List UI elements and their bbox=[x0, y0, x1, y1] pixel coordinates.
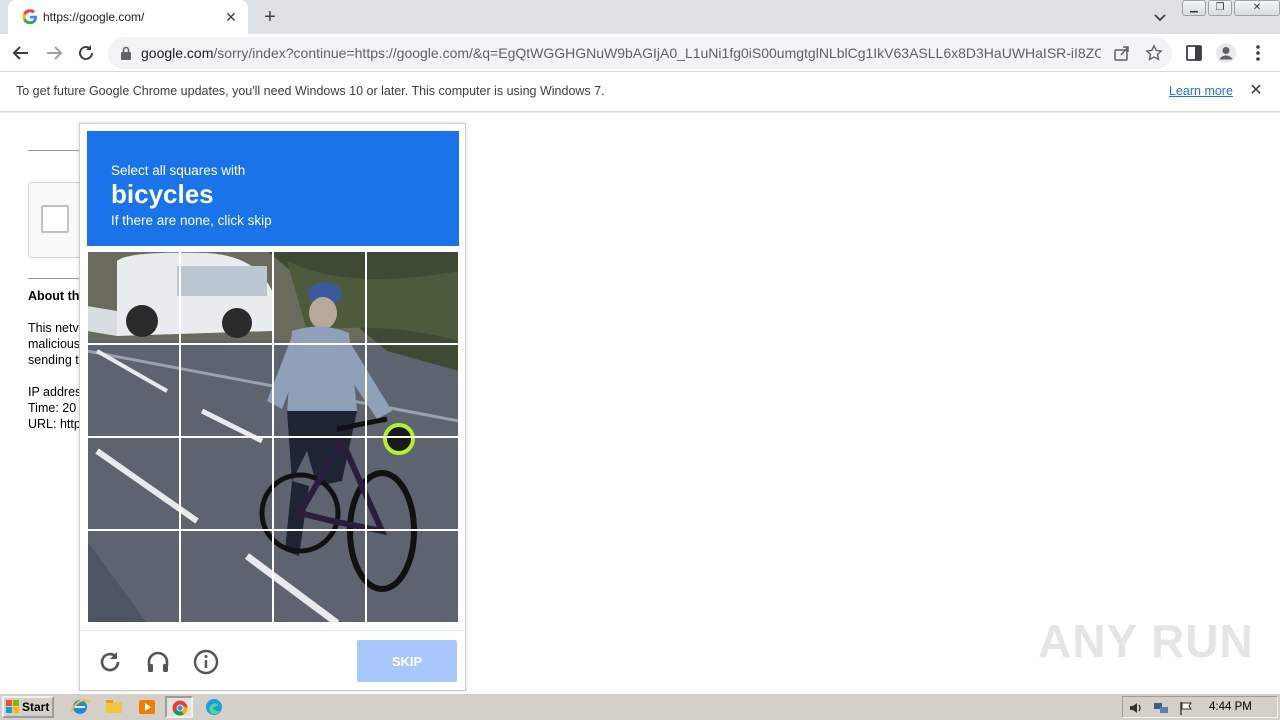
challenge-header: Select all squares with bicycles If ther… bbox=[87, 131, 459, 246]
info-icon[interactable] bbox=[193, 649, 219, 675]
grid-tile[interactable] bbox=[366, 344, 459, 437]
infobar-message: To get future Google Chrome updates, you… bbox=[16, 84, 605, 98]
time-line: Time: 20 bbox=[28, 401, 77, 415]
minimize-icon[interactable]: ▁ bbox=[1182, 0, 1206, 16]
infobar-close-icon[interactable]: ✕ bbox=[1247, 82, 1265, 100]
grid-tile[interactable] bbox=[273, 251, 366, 344]
file-explorer-icon[interactable] bbox=[100, 696, 128, 718]
skip-button[interactable]: SKIP bbox=[357, 640, 457, 682]
grid-tile[interactable] bbox=[273, 437, 366, 530]
recaptcha-challenge: Select all squares with bicycles If ther… bbox=[79, 123, 466, 691]
chrome-icon bbox=[172, 700, 188, 716]
challenge-image-grid bbox=[87, 251, 459, 623]
share-icon[interactable] bbox=[1113, 44, 1131, 62]
grid-tile[interactable] bbox=[87, 530, 180, 623]
page-text-line: This netv bbox=[28, 321, 79, 335]
grid-tile[interactable] bbox=[87, 437, 180, 530]
taskbar-clock: 4:44 PM bbox=[1209, 701, 1252, 713]
grid-tile[interactable] bbox=[180, 251, 273, 344]
grid-tile[interactable] bbox=[180, 437, 273, 530]
restore-icon[interactable]: ❐ bbox=[1208, 0, 1232, 16]
edge-icon[interactable] bbox=[200, 696, 228, 718]
grid-tile[interactable] bbox=[87, 344, 180, 437]
challenge-footer: SKIP bbox=[80, 630, 465, 692]
grid-tile[interactable] bbox=[180, 530, 273, 623]
windows-logo-icon bbox=[6, 700, 19, 713]
url-line: URL: http bbox=[28, 417, 81, 431]
side-panel-icon[interactable] bbox=[1183, 42, 1205, 64]
url-text[interactable]: google.com/sorry/index?continue=https://… bbox=[141, 45, 1101, 61]
start-label: Start bbox=[22, 700, 50, 714]
url-host: google.com bbox=[141, 45, 214, 61]
network-icon[interactable] bbox=[1153, 700, 1169, 716]
tab-close-icon[interactable]: ✕ bbox=[222, 8, 240, 26]
page-text-line: sending t bbox=[28, 353, 79, 367]
chrome-taskbar-button[interactable] bbox=[165, 696, 193, 718]
browser-tab[interactable]: https://google.com/ ✕ bbox=[8, 0, 248, 34]
url-path: /sorry/index?continue=https://google.com… bbox=[213, 45, 1101, 61]
taskbar: Start 4:44 PM bbox=[0, 693, 1280, 720]
tab-strip: https://google.com/ ✕ + ▁ ❐ ✕ bbox=[0, 0, 1280, 34]
grid-tile[interactable] bbox=[273, 344, 366, 437]
reload-icon[interactable] bbox=[75, 42, 97, 64]
reload-challenge-icon[interactable] bbox=[97, 649, 123, 675]
tab-search-chevron-down-icon[interactable] bbox=[1150, 7, 1170, 27]
tab-title: https://google.com/ bbox=[43, 10, 145, 24]
profile-avatar-icon[interactable] bbox=[1215, 42, 1237, 64]
update-infobar: To get future Google Chrome updates, you… bbox=[0, 72, 1280, 112]
ip-address-line: IP addres bbox=[28, 385, 82, 399]
about-heading: About th bbox=[28, 289, 80, 303]
bookmark-star-icon[interactable] bbox=[1145, 44, 1163, 62]
action-center-flag-icon[interactable] bbox=[1178, 700, 1194, 716]
recaptcha-checkbox[interactable] bbox=[41, 205, 69, 233]
media-player-icon[interactable] bbox=[133, 696, 161, 718]
anyrun-watermark: ANY RUN bbox=[1038, 615, 1254, 667]
grid-tile[interactable] bbox=[366, 530, 459, 623]
forward-arrow-icon[interactable] bbox=[43, 42, 65, 64]
system-tray: 4:44 PM bbox=[1122, 696, 1278, 718]
grid-tile[interactable] bbox=[366, 251, 459, 344]
audio-headphones-icon[interactable] bbox=[145, 649, 171, 675]
window-controls: ▁ ❐ ✕ bbox=[1182, 0, 1280, 18]
kebab-menu-icon[interactable] bbox=[1247, 42, 1269, 64]
page-text-line: malicious bbox=[28, 337, 81, 351]
grid-tile[interactable] bbox=[366, 437, 459, 530]
grid-tile[interactable] bbox=[273, 530, 366, 623]
start-button[interactable]: Start bbox=[2, 696, 54, 718]
back-arrow-icon[interactable] bbox=[10, 42, 32, 64]
grid-tile[interactable] bbox=[87, 251, 180, 344]
window-close-icon[interactable]: ✕ bbox=[1234, 0, 1280, 16]
new-tab-plus-icon[interactable]: + bbox=[258, 6, 282, 28]
lock-icon[interactable] bbox=[120, 46, 132, 60]
learn-more-link[interactable]: Learn more bbox=[1169, 84, 1233, 98]
volume-icon[interactable] bbox=[1128, 700, 1144, 716]
challenge-tiles bbox=[87, 251, 459, 623]
challenge-target: bicycles bbox=[111, 179, 214, 209]
internet-explorer-icon[interactable] bbox=[66, 696, 94, 718]
challenge-instruction: Select all squares with bbox=[111, 163, 246, 178]
grid-tile[interactable] bbox=[180, 344, 273, 437]
screen: https://google.com/ ✕ + ▁ ❐ ✕ google.com… bbox=[0, 0, 1280, 720]
challenge-hint: If there are none, click skip bbox=[111, 213, 272, 228]
google-g-icon bbox=[22, 9, 37, 25]
browser-toolbar: google.com/sorry/index?continue=https://… bbox=[0, 34, 1280, 72]
address-bar[interactable]: google.com/sorry/index?continue=https://… bbox=[108, 37, 1172, 69]
